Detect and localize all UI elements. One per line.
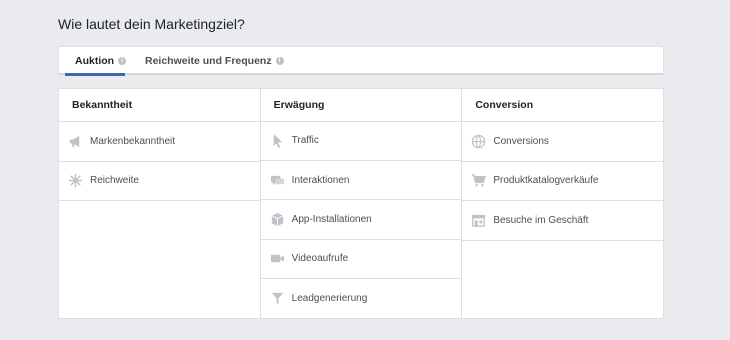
objective-label: Videoaufrufe: [291, 253, 349, 265]
box-icon: [270, 212, 285, 227]
objective-label: Traffic: [291, 135, 319, 147]
objective-reichweite[interactable]: Reichweite: [59, 162, 260, 201]
objective-label: Produktkatalogverkäufe: [493, 175, 599, 187]
megaphone-icon: [68, 134, 83, 149]
store-icon: [471, 213, 486, 228]
objective-markenbekanntheit[interactable]: Markenbekanntheit: [59, 122, 260, 162]
globe-icon: [471, 134, 486, 149]
objective-label: Markenbekanntheit: [90, 135, 176, 147]
column-title: Conversion: [462, 89, 664, 122]
info-icon[interactable]: i: [275, 56, 284, 65]
video-camera-icon: [270, 251, 285, 266]
objective-interaktionen[interactable]: Interaktionen: [260, 161, 462, 201]
tab-auktion[interactable]: Auktion i: [65, 47, 127, 76]
objective-label: Besuche im Geschäft: [493, 214, 589, 226]
objective-app-installationen[interactable]: App-Installationen: [260, 200, 462, 240]
objective-grid: Bekanntheit Markenbekanntheit Reichweite…: [58, 88, 664, 319]
objective-videoaufrufe[interactable]: Videoaufrufe: [260, 240, 462, 279]
objective-leadgenerierung[interactable]: Leadgenerierung: [261, 279, 462, 318]
objective-label: Conversions: [493, 135, 549, 147]
column-title: Erwägung: [260, 89, 462, 122]
active-tab-indicator: [65, 73, 125, 76]
tab-label: Auktion: [75, 54, 115, 67]
column-bekanntheit: Bekanntheit Markenbekanntheit Reichweite: [59, 89, 261, 318]
tab-reichweite-und-frequenz[interactable]: Reichweite und Frequenz i: [145, 47, 284, 74]
chat-bubbles-icon: [270, 173, 285, 188]
info-icon[interactable]: i: [118, 56, 127, 65]
column-title: Bekanntheit: [59, 89, 260, 122]
objective-label: Leadgenerierung: [291, 292, 368, 304]
cart-icon: [471, 173, 487, 188]
objective-label: Reichweite: [90, 175, 139, 187]
column-erwaegung: Erwägung Traffic Interaktionen App-Insta…: [260, 89, 463, 318]
objective-tabs: Auktion i Reichweite und Frequenz i: [58, 46, 664, 76]
objective-conversions[interactable]: Conversions: [462, 122, 664, 162]
objective-produktkatalogverkaeufe[interactable]: Produktkatalogverkäufe: [462, 162, 664, 201]
funnel-icon: [270, 291, 285, 306]
column-conversion: Conversion Conversions Produktkatalogver…: [462, 89, 664, 318]
objective-besuche-im-geschaeft[interactable]: Besuche im Geschäft: [462, 201, 664, 241]
objective-traffic[interactable]: Traffic: [260, 122, 462, 162]
page-title: Wie lautet dein Marketingziel?: [58, 16, 245, 32]
objective-label: App-Installationen: [291, 213, 372, 225]
cursor-icon: [270, 133, 285, 149]
objective-label: Interaktionen: [291, 174, 350, 186]
snowflake-icon: [68, 173, 83, 188]
tab-label: Reichweite und Frequenz: [145, 54, 272, 67]
